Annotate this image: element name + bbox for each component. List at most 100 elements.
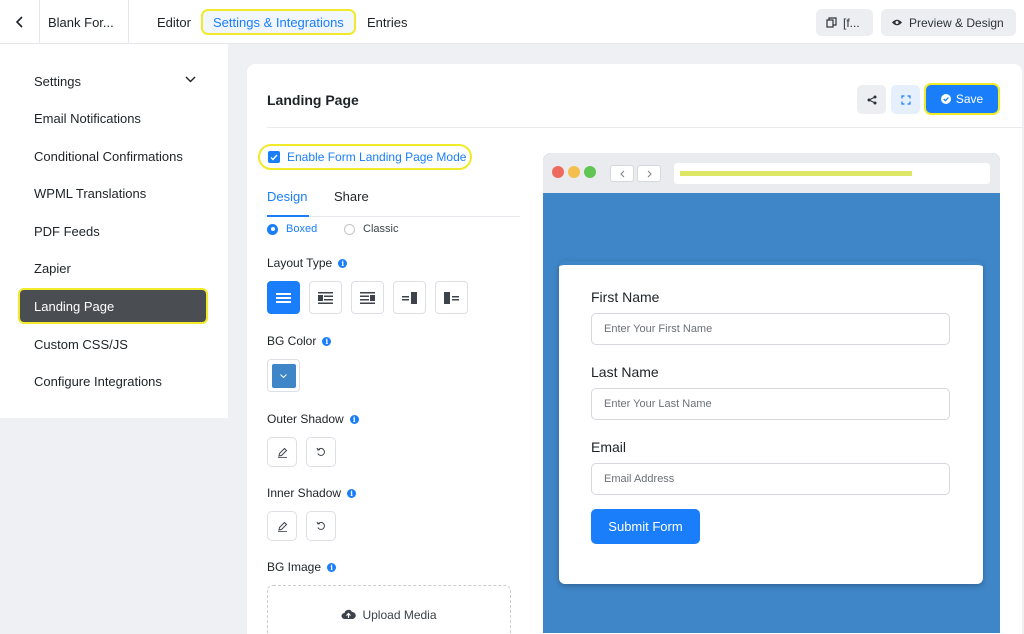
save-button[interactable]: Save: [924, 83, 1000, 115]
tab-settings-integrations[interactable]: Settings & Integrations: [201, 9, 356, 35]
chevron-left-icon: [619, 170, 624, 177]
radio-boxed-label: Boxed: [286, 223, 318, 235]
share-button[interactable]: [857, 85, 886, 114]
chevron-down-icon: [280, 373, 287, 378]
radio-classic[interactable]: Classic: [344, 223, 398, 235]
last-name-field[interactable]: [591, 388, 950, 420]
eye-icon: [892, 19, 902, 26]
last-name-label: Last Name: [591, 364, 659, 380]
layout-media-right-icon: [360, 291, 375, 304]
bg-color-label: BG Color: [267, 334, 317, 348]
upload-media-label: Upload Media: [362, 608, 437, 622]
fullscreen-button[interactable]: [891, 85, 920, 114]
browser-toolbar: [543, 153, 1000, 193]
color-swatch-fill: [271, 363, 296, 388]
url-redaction-highlight: [680, 171, 912, 176]
enable-landing-mode-checkbox[interactable]: Enable Form Landing Page Mode: [258, 144, 472, 170]
sidebar-item-label: Zapier: [34, 260, 71, 276]
outer-shadow-label: Outer Shadow: [267, 412, 344, 426]
outer-shadow-heading: Outer Shadow i: [267, 412, 359, 426]
bg-image-label: BG Image: [267, 560, 322, 574]
tab-design[interactable]: Design: [267, 189, 307, 204]
tab-share[interactable]: Share: [334, 189, 369, 204]
preview-design-label: Preview & Design: [909, 15, 1004, 30]
header-divider: [267, 127, 1022, 128]
check-circle-icon: [940, 94, 951, 104]
upload-media-dropzone[interactable]: Upload Media: [267, 585, 511, 634]
radio-classic-label: Classic: [363, 223, 399, 235]
bg-color-heading: BG Color i: [267, 334, 332, 348]
layout-option-default[interactable]: [267, 281, 300, 314]
tab-editor[interactable]: Editor: [147, 9, 201, 35]
bg-color-picker[interactable]: [267, 359, 300, 392]
layout-full-icon: [276, 292, 291, 303]
window-minimize-dot: [568, 166, 580, 178]
sidebar-item-label: Conditional Confirmations: [34, 148, 183, 164]
shortcode-button[interactable]: [f...: [816, 9, 873, 36]
checkbox-checked-icon: [268, 151, 280, 163]
pencil-icon: [277, 521, 287, 532]
sidebar-item-email-notifications[interactable]: Email Notifications: [18, 100, 208, 136]
sidebar-item-configure-integrations[interactable]: Configure Integrations: [18, 363, 208, 399]
browser-forward-button[interactable]: [637, 165, 661, 182]
layout-media-left-icon: [318, 291, 333, 304]
layout-split-right-icon: [402, 291, 417, 304]
sidebar-item-label: Configure Integrations: [34, 373, 162, 389]
info-icon[interactable]: i: [349, 414, 359, 424]
window-close-dot: [552, 166, 564, 178]
submit-form-button[interactable]: Submit Form: [591, 509, 700, 544]
layout-type-heading: Layout Type i: [267, 256, 348, 270]
browser-back-button[interactable]: [610, 165, 634, 182]
email-field[interactable]: [591, 463, 950, 495]
sidebar-item-label: WPML Translations: [34, 185, 147, 201]
inner-shadow-edit-button[interactable]: [267, 511, 297, 541]
reset-icon: [316, 521, 325, 530]
copy-icon: [826, 17, 837, 28]
sidebar-item-label: PDF Feeds: [34, 223, 100, 239]
sidebar-item-pdf-feeds[interactable]: PDF Feeds: [18, 213, 208, 249]
layout-option-split-left[interactable]: [435, 281, 468, 314]
sidebar-item-wpml-translations[interactable]: WPML Translations: [18, 175, 208, 211]
sidebar-item-conditional-confirmations[interactable]: Conditional Confirmations: [18, 138, 208, 174]
sidebar-item-landing-page[interactable]: Landing Page: [18, 288, 208, 324]
sidebar-item-label: Custom CSS/JS: [34, 336, 128, 352]
chevron-left-icon: [15, 16, 23, 28]
pencil-icon: [277, 447, 287, 458]
layout-type-label: Layout Type: [267, 256, 333, 270]
sidebar-item-label: Settings: [34, 73, 81, 89]
info-icon[interactable]: i: [322, 336, 332, 346]
outer-shadow-reset-button[interactable]: [306, 437, 336, 467]
form-title: Blank For...: [40, 0, 129, 44]
inner-shadow-reset-button[interactable]: [306, 511, 336, 541]
window-maximize-dot: [584, 166, 596, 178]
settings-sidebar: Settings Email Notifications Conditional…: [0, 44, 228, 418]
back-button[interactable]: [0, 0, 40, 44]
sidebar-item-custom-css-js[interactable]: Custom CSS/JS: [18, 326, 208, 362]
layout-split-left-icon: [444, 291, 459, 304]
info-icon[interactable]: i: [327, 562, 337, 572]
reset-icon: [316, 447, 325, 456]
inner-shadow-label: Inner Shadow: [267, 486, 342, 500]
radio-selected-icon: [267, 223, 278, 235]
radio-boxed[interactable]: Boxed: [267, 223, 317, 235]
layout-option-split-right[interactable]: [393, 281, 426, 314]
address-bar[interactable]: [674, 163, 990, 184]
chevron-right-icon: [647, 170, 652, 177]
first-name-field[interactable]: [591, 313, 950, 345]
bg-image-heading: BG Image i: [267, 560, 337, 574]
inner-shadow-heading: Inner Shadow i: [267, 486, 357, 500]
cloud-upload-icon: [341, 609, 357, 619]
layout-option-media-right[interactable]: [351, 281, 384, 314]
preview-design-button[interactable]: Preview & Design: [881, 9, 1016, 36]
sidebar-item-settings[interactable]: Settings: [18, 63, 208, 99]
enable-landing-mode-label: Enable Form Landing Page Mode: [287, 150, 467, 164]
info-icon[interactable]: i: [347, 488, 357, 498]
outer-shadow-edit-button[interactable]: [267, 437, 297, 467]
layout-option-media-left[interactable]: [309, 281, 342, 314]
tab-entries[interactable]: Entries: [357, 9, 417, 35]
preview-form-card: First Name Last Name Email Submit Form: [559, 261, 983, 584]
info-icon[interactable]: i: [338, 258, 348, 268]
shortcode-label: [f...: [843, 15, 860, 30]
sidebar-item-zapier[interactable]: Zapier: [18, 250, 208, 286]
first-name-label: First Name: [591, 289, 660, 305]
